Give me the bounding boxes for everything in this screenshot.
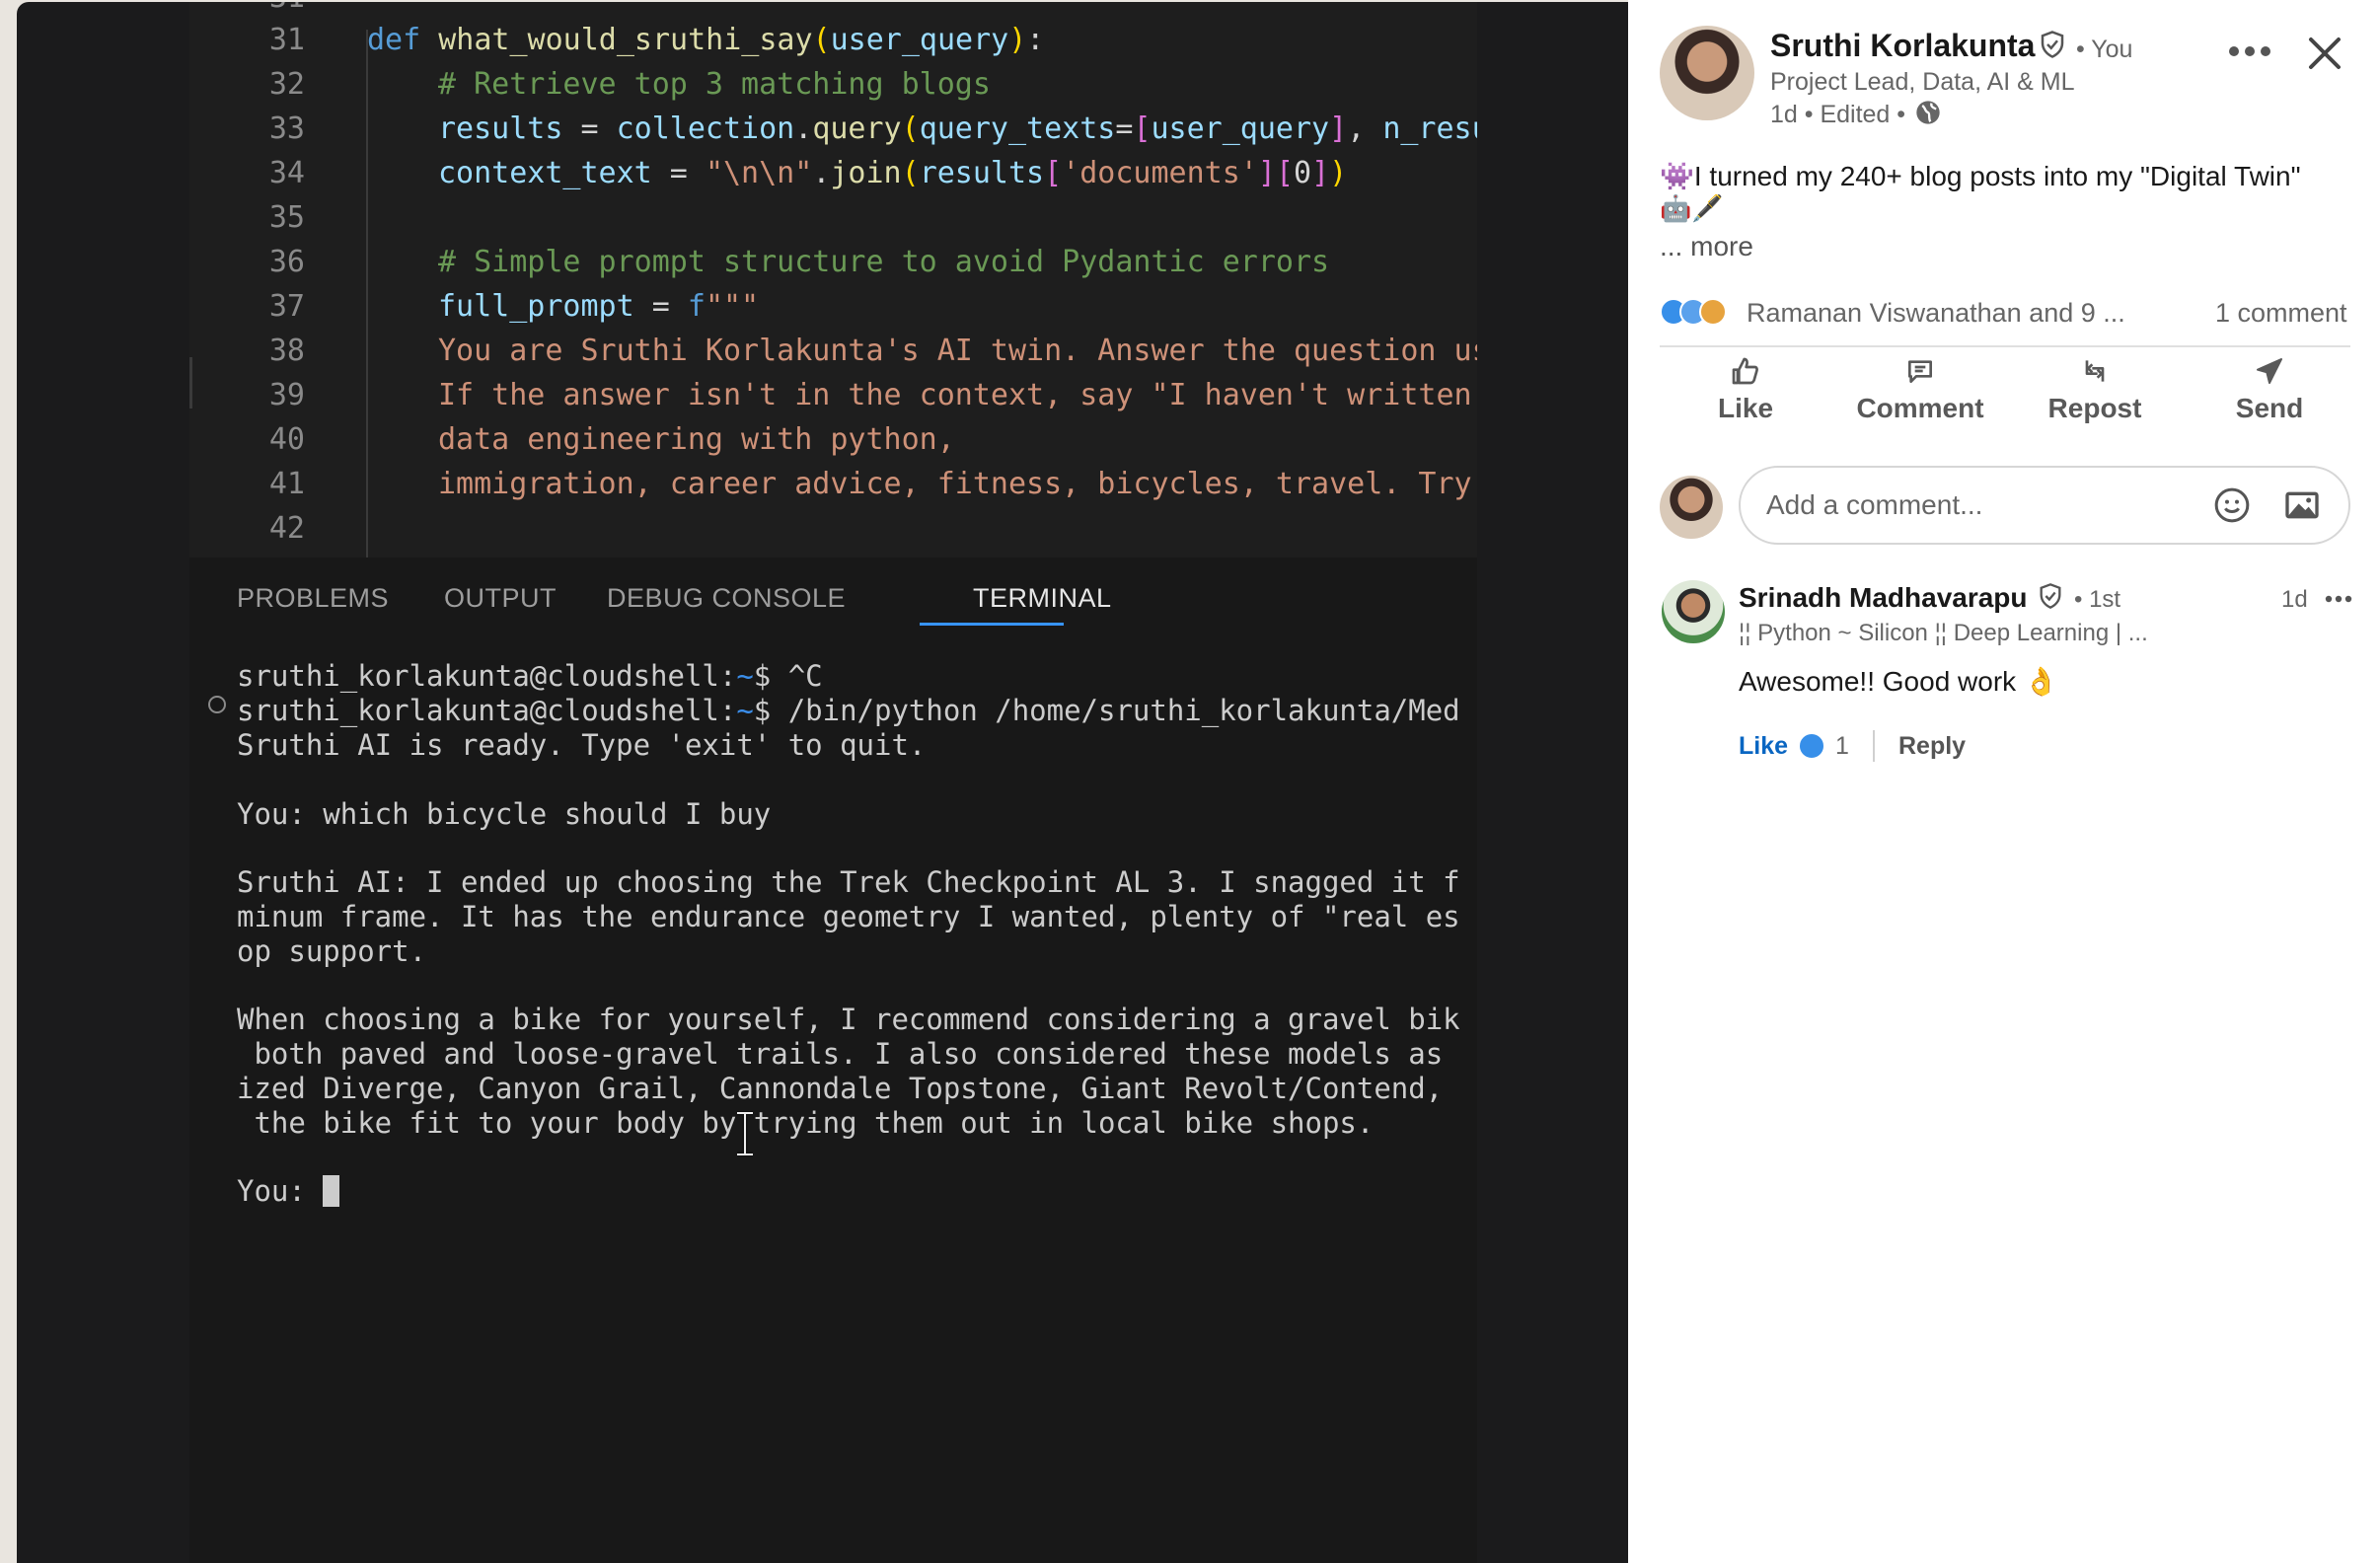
- terminal-line: both paved and loose-gravel trails. I al…: [237, 1037, 1444, 1071]
- like-icon: [1732, 357, 1758, 385]
- terminal-line: the bike fit to your body by trying them…: [237, 1106, 1375, 1140]
- line-number: 36: [268, 245, 305, 279]
- code-line: You are Sruthi Korlakunta's AI twin. Ans…: [438, 334, 1477, 368]
- terminal-cursor: [323, 1175, 340, 1207]
- line-number: 35: [268, 200, 305, 235]
- code-line: immigration, career advice, fitness, bic…: [438, 467, 1472, 501]
- commenter-avatar[interactable]: [1662, 580, 1725, 643]
- comment-placeholder: Add a comment...: [1766, 489, 1983, 520]
- repost-button[interactable]: Repost: [2021, 355, 2169, 424]
- code-line: context_text = "\n\n".join(results['docu…: [438, 156, 1348, 190]
- see-more-link[interactable]: ... more: [1660, 231, 1753, 262]
- line-number: 31: [268, 23, 305, 57]
- code-line: # Simple prompt structure to avoid Pydan…: [438, 245, 1330, 279]
- commenter-headline: ¦¦ Python ~ Silicon ¦¦ Deep Learning | .…: [1739, 620, 2148, 646]
- post-text-emoji: 🤖🖋️: [1660, 193, 1724, 223]
- commenter-name[interactable]: Srinadh Madhavarapu: [1739, 582, 2028, 614]
- send-label: Send: [2235, 393, 2304, 423]
- code-line: data engineering with python,: [438, 422, 955, 457]
- verified-icon: [2040, 583, 2061, 609]
- text-cursor-icon: [737, 1111, 753, 1156]
- comment-icon: [1908, 360, 1932, 383]
- line-number: 39: [268, 378, 305, 412]
- line-number: 41: [268, 467, 305, 501]
- comment-label: Comment: [1856, 393, 1984, 423]
- comments-count[interactable]: 1 comment: [2215, 298, 2347, 329]
- emoji-icon[interactable]: [2212, 485, 2252, 525]
- comment-time: 1d: [2281, 586, 2308, 613]
- post-details-panel: Sruthi Korlakunta • You Project Lead, Da…: [1628, 0, 2380, 1563]
- terminal-line: You: which bicycle should I buy: [237, 797, 772, 831]
- repost-label: Repost: [2047, 393, 2142, 423]
- code-line: results = collection.query(query_texts=[…: [438, 112, 1477, 146]
- reply-button[interactable]: Reply: [1898, 732, 1966, 761]
- line-number: 34: [268, 156, 305, 190]
- like-label: Like: [1717, 393, 1774, 423]
- like-button[interactable]: Like: [1672, 355, 1820, 424]
- terminal-line: Sruthi AI: I ended up choosing the Trek …: [237, 865, 1460, 899]
- send-icon: [2257, 358, 2282, 384]
- current-user-avatar: [1660, 476, 1723, 539]
- comment-like-count: 1: [1835, 732, 1849, 760]
- close-icon[interactable]: [2307, 36, 2343, 71]
- comment-button[interactable]: Comment: [1846, 355, 1994, 424]
- comment-like-button[interactable]: Like: [1739, 732, 1788, 761]
- terminal-line: sruthi_korlakunta@cloudshell:~$ /bin/pyt…: [237, 694, 1460, 727]
- indent-guide: [366, 30, 368, 558]
- line-number: 31: [189, 2, 305, 15]
- code-line: def what_would_sruthi_say(user_query):: [367, 23, 1045, 57]
- line-number: 42: [268, 511, 305, 546]
- terminal-line: When choosing a bike for yourself, I rec…: [237, 1003, 1460, 1036]
- comment-input[interactable]: Add a comment...: [1739, 466, 2350, 545]
- divider: [1660, 345, 2350, 347]
- verified-icon: [2041, 31, 2064, 58]
- terminal-line: sruthi_korlakunta@cloudshell:~$ ^C: [237, 659, 823, 693]
- repost-icon: [2085, 360, 2105, 382]
- code-line: # Retrieve top 3 matching blogs: [438, 67, 991, 102]
- code-line: full_prompt = f""": [438, 289, 760, 324]
- tab-terminal[interactable]: TERMINAL: [973, 583, 1112, 614]
- line-number: 38: [268, 334, 305, 368]
- you-label: • You: [2076, 36, 2133, 63]
- terminal-line: Sruthi AI is ready. Type 'exit' to quit.: [237, 728, 927, 762]
- command-status-icon: [208, 696, 226, 713]
- author-name[interactable]: Sruthi Korlakunta: [1770, 28, 2035, 64]
- terminal-input-line[interactable]: You:: [237, 1174, 340, 1208]
- code-editor: 31 31 32 33 34 35 36 37 38 39 40 41 42 d…: [189, 2, 1477, 558]
- media-viewer: 31 31 32 33 34 35 36 37 38 39 40 41 42 d…: [17, 2, 1628, 1563]
- image-icon[interactable]: [2281, 485, 2323, 525]
- terminal-line: op support.: [237, 934, 427, 968]
- like-reaction-icon: [1798, 732, 1825, 760]
- comment-more-icon[interactable]: [2325, 594, 2352, 604]
- line-number: 32: [268, 67, 305, 102]
- line-number: 40: [268, 422, 305, 457]
- insightful-reaction-icon: [1699, 298, 1727, 326]
- divider: [1873, 730, 1875, 762]
- connection-degree: • 1st: [2074, 586, 2121, 613]
- line-number: 33: [268, 112, 305, 146]
- bottom-panel: PROBLEMS OUTPUT DEBUG CONSOLE TERMINAL s…: [189, 558, 1477, 1563]
- tab-problems[interactable]: PROBLEMS: [237, 583, 389, 614]
- reaction-icons[interactable]: [1660, 298, 1729, 328]
- active-tab-indicator: [920, 623, 1064, 626]
- author-headline: Project Lead, Data, AI & ML: [1770, 68, 2075, 96]
- reactions-summary[interactable]: Ramanan Viswanathan and 9 ...: [1747, 298, 2125, 329]
- post-text: 👾I turned my 240+ blog posts into my "Di…: [1660, 161, 2301, 191]
- comment-text: Awesome!! Good work 👌: [1739, 666, 2058, 697]
- send-button[interactable]: Send: [2195, 355, 2343, 424]
- tab-output[interactable]: OUTPUT: [444, 583, 557, 614]
- line-number: 37: [268, 289, 305, 324]
- terminal-line: minum frame. It has the endurance geomet…: [237, 900, 1460, 933]
- tab-debug-console[interactable]: DEBUG CONSOLE: [607, 583, 846, 614]
- more-options-icon[interactable]: [2228, 43, 2271, 59]
- code-line: If the answer isn't in the context, say …: [438, 378, 1472, 412]
- post-meta: 1d • Edited •: [1770, 101, 1906, 128]
- video-frame[interactable]: 31 31 32 33 34 35 36 37 38 39 40 41 42 d…: [189, 2, 1477, 1563]
- author-avatar[interactable]: [1660, 26, 1754, 120]
- globe-icon: [1916, 101, 1940, 124]
- terminal-line: ized Diverge, Canyon Grail, Cannondale T…: [237, 1072, 1460, 1105]
